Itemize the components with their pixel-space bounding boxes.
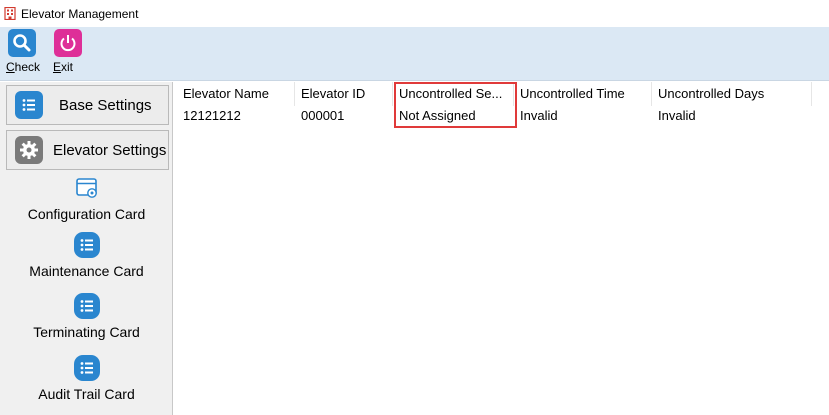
column-header-uncontrolled-sections[interactable]: Uncontrolled Se... bbox=[393, 82, 514, 106]
maintenance-card-item[interactable]: Maintenance Card bbox=[0, 232, 173, 279]
check-label: Check bbox=[6, 60, 41, 74]
card-settings-icon bbox=[74, 175, 100, 201]
base-settings-button[interactable]: Base Settings bbox=[6, 85, 169, 125]
elevator-settings-button[interactable]: Elevator Settings bbox=[6, 130, 169, 170]
exit-button[interactable]: Exit bbox=[49, 29, 87, 79]
table-header: Elevator Name Elevator ID Uncontrolled S… bbox=[177, 82, 829, 106]
list-icon bbox=[73, 232, 100, 258]
configuration-card-label: Configuration Card bbox=[27, 206, 146, 222]
column-header-elevator-id[interactable]: Elevator ID bbox=[295, 82, 393, 106]
toolbar: Check Exit bbox=[0, 27, 829, 81]
audit-trail-card-label: Audit Trail Card bbox=[38, 386, 135, 402]
sidebar: Base Settings Elevator Settings Configur… bbox=[0, 82, 173, 415]
list-icon bbox=[73, 355, 100, 381]
building-icon bbox=[4, 6, 16, 21]
gear-icon bbox=[15, 136, 43, 164]
column-header-elevator-name[interactable]: Elevator Name bbox=[177, 82, 295, 106]
elevator-table: Elevator Name Elevator ID Uncontrolled S… bbox=[177, 82, 829, 415]
configuration-card-item[interactable]: Configuration Card bbox=[0, 175, 173, 222]
cell-uncontrolled-time: Invalid bbox=[520, 108, 558, 123]
cell-uncontrolled-sections: Not Assigned bbox=[399, 108, 476, 123]
base-settings-label: Base Settings bbox=[59, 96, 152, 114]
cell-elevator-id: 000001 bbox=[301, 108, 345, 123]
window-title: Elevator Management bbox=[21, 6, 139, 21]
cell-uncontrolled-days: Invalid bbox=[658, 108, 696, 123]
table-row[interactable]: 12121212 000001 Not Assigned Invalid Inv… bbox=[177, 106, 829, 128]
maintenance-card-label: Maintenance Card bbox=[29, 263, 144, 279]
column-header-uncontrolled-time[interactable]: Uncontrolled Time bbox=[514, 82, 652, 106]
search-icon bbox=[8, 29, 36, 57]
exit-label: Exit bbox=[53, 60, 74, 74]
list-icon bbox=[15, 91, 43, 119]
column-header-uncontrolled-days[interactable]: Uncontrolled Days bbox=[652, 82, 812, 106]
power-icon bbox=[54, 29, 82, 57]
cell-elevator-name: 12121212 bbox=[183, 108, 241, 123]
audit-trail-card-item[interactable]: Audit Trail Card bbox=[0, 355, 173, 402]
title-bar: Elevator Management bbox=[0, 0, 829, 27]
terminating-card-item[interactable]: Terminating Card bbox=[0, 293, 173, 340]
elevator-settings-label: Elevator Settings bbox=[53, 141, 167, 159]
check-button[interactable]: Check bbox=[2, 29, 42, 79]
list-icon bbox=[73, 293, 100, 319]
terminating-card-label: Terminating Card bbox=[33, 324, 140, 340]
